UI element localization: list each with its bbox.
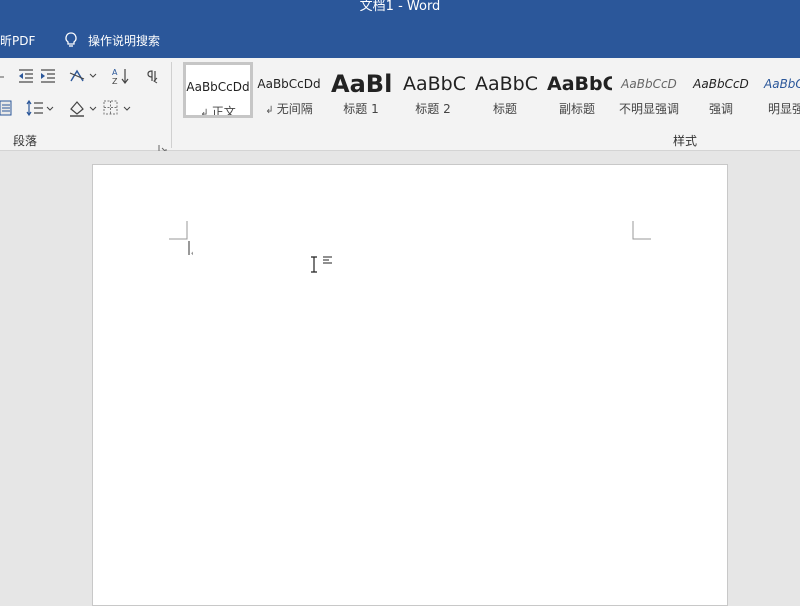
style-name: 标题	[492, 102, 517, 116]
ibeam-cursor-icon	[311, 256, 317, 273]
style-sample: AaBbCcDd	[186, 80, 250, 94]
tab-foxit-pdf-label: 福昕PDF	[0, 34, 36, 48]
ribbon-tabs-row: 福昕PDF 操作说明搜索	[0, 22, 800, 58]
bullets-dropdown-icon[interactable]	[0, 66, 6, 86]
distributed-align-icon[interactable]	[0, 98, 12, 118]
paragraph-mark-icon: ↲	[265, 105, 274, 116]
decrease-indent-icon[interactable]	[16, 66, 36, 86]
style-sample: AaBbC	[403, 73, 467, 95]
tell-me-search[interactable]: 操作说明搜索	[62, 30, 160, 50]
style-sample: AaBbC	[475, 73, 539, 95]
shading-icon[interactable]	[68, 98, 98, 118]
style-normal[interactable]: AaBbCcDd ↲ 正文	[183, 62, 253, 118]
styles-gallery: AaBbCcDd ↲ 正文 AaBbCcDd ↲ 无间隔 AaBl 标题 1 AaB…	[180, 62, 800, 120]
document-page[interactable]: ↲	[92, 164, 728, 606]
styles-group-label: 样式	[673, 134, 698, 148]
style-sample: AaBbCcD	[693, 77, 749, 91]
style-sample: AaBbC	[547, 73, 612, 95]
style-name: ↲ 正文	[200, 105, 236, 118]
lightbulb-icon	[62, 31, 80, 49]
style-heading-2[interactable]: AaBbC 标题 2	[398, 62, 468, 118]
style-name: 不明显强调	[618, 102, 679, 116]
paragraph-dialog-launcher-icon[interactable]	[158, 138, 167, 153]
show-hide-paragraph-icon[interactable]	[143, 66, 163, 86]
paragraph-mark-icon: ↲	[200, 108, 209, 118]
style-subtitle[interactable]: AaBbC 副标题	[542, 62, 612, 118]
style-sample: AaBbCcDd	[257, 77, 321, 91]
window-title: 文档1 - Word	[359, 0, 441, 14]
click-type-align-icon	[323, 256, 332, 264]
line-spacing-icon[interactable]	[26, 98, 54, 118]
paragraph-group-label: 段落	[13, 134, 38, 148]
text-caret: ↲	[188, 241, 193, 257]
style-no-spacing[interactable]: AaBbCcDd ↲ 无间隔	[254, 62, 324, 118]
style-subtle-emphasis[interactable]: AaBbCcD 不明显强调	[614, 62, 684, 118]
tab-foxit-pdf[interactable]: 福昕PDF	[0, 32, 47, 49]
title-bar: 文档1 - Word	[0, 0, 800, 22]
style-name: 强调	[708, 102, 733, 116]
style-title[interactable]: AaBbC 标题	[470, 62, 540, 118]
document-area[interactable]: ↲	[0, 151, 800, 606]
borders-icon[interactable]	[102, 98, 132, 118]
sort-icon[interactable]: A Z	[111, 66, 131, 86]
style-emphasis[interactable]: AaBbCcD 强调	[686, 62, 756, 118]
svg-text:A: A	[112, 68, 118, 77]
style-sample: AaBl	[331, 70, 393, 98]
style-name: 明显强	[768, 102, 800, 116]
ribbon: A Z 段落 AaBbCcDd ↲ 正文 AaBbCcDd ↲ 无间隔 AaBl…	[0, 58, 800, 153]
margin-corner-top-left	[169, 221, 188, 240]
increase-indent-icon[interactable]	[38, 66, 58, 86]
style-name: ↲ 无间隔	[265, 102, 313, 116]
style-name: 标题 1	[343, 102, 379, 116]
style-intense-emphasis[interactable]: AaBbC 明显强	[758, 62, 800, 118]
style-heading-1[interactable]: AaBl 标题 1	[326, 62, 396, 118]
svg-text:Z: Z	[112, 77, 118, 85]
margin-corner-top-right	[632, 221, 651, 240]
style-sample: AaBbC	[764, 77, 800, 91]
svg-text:↲: ↲	[190, 248, 193, 257]
chinese-layout-icon[interactable]	[68, 66, 98, 86]
tell-me-label: 操作说明搜索	[88, 33, 161, 48]
style-name: 标题 2	[415, 102, 451, 116]
style-name: 副标题	[558, 102, 595, 116]
style-sample: AaBbCcD	[621, 77, 677, 91]
group-separator	[171, 62, 172, 148]
